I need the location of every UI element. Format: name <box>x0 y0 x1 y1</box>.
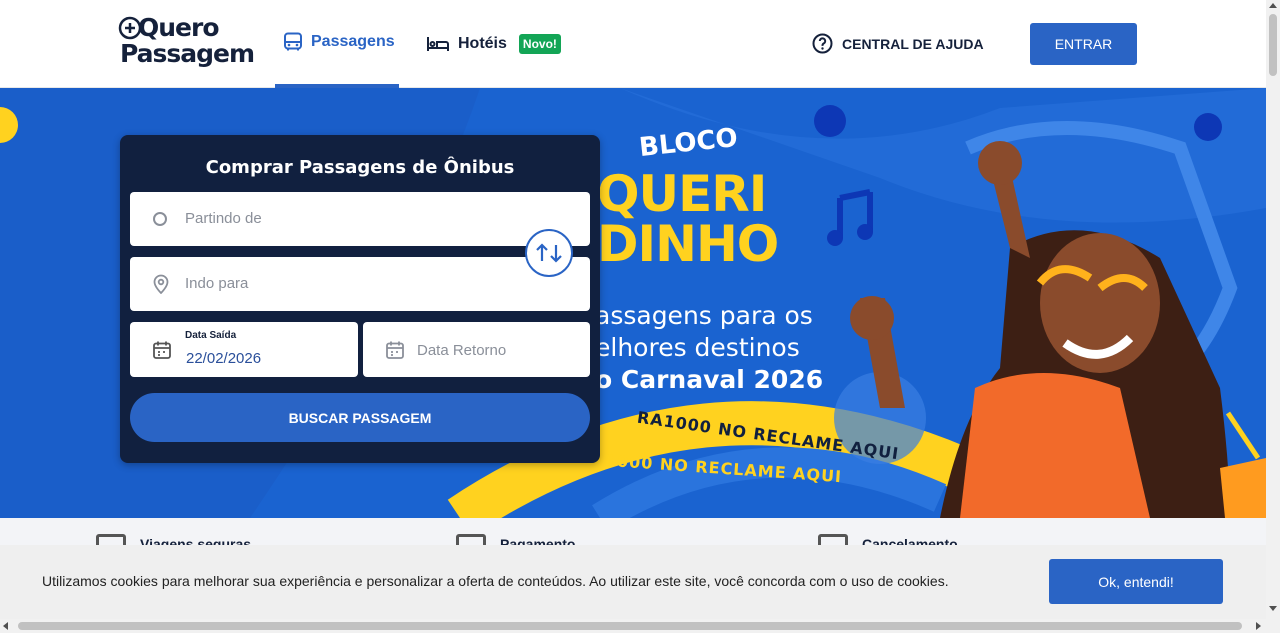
logo[interactable]: Quero Passagem <box>118 13 255 74</box>
cookie-consent-bar: Utilizamos cookies para melhorar sua exp… <box>0 545 1266 619</box>
nav-tab-hoteis-label: Hotéis <box>458 35 507 52</box>
site-header: Quero Passagem Passagens Hotéis Novo! CE… <box>0 0 1266 88</box>
origin-circle-icon <box>153 212 167 226</box>
calendar-icon <box>386 341 404 359</box>
promo-headline-line2: DINHO <box>597 215 779 273</box>
question-circle-icon <box>812 33 833 54</box>
map-pin-icon <box>153 274 169 294</box>
destination-field[interactable] <box>130 257 590 311</box>
logo-text-line1: Quero <box>138 13 220 42</box>
horizontal-scrollbar-thumb[interactable] <box>18 622 1242 630</box>
cookie-accept-button[interactable]: Ok, entendi! <box>1049 559 1223 604</box>
promo-headline-line1: QUERI <box>597 165 767 223</box>
return-date-field[interactable] <box>363 322 590 377</box>
bus-search-card: Comprar Passagens de Ônibus Partindo de … <box>120 135 600 463</box>
promo-text-line1: assagens para os <box>595 301 813 330</box>
return-date-input[interactable] <box>417 342 567 359</box>
search-tickets-button[interactable]: BUSCAR PASSAGEM <box>130 393 590 442</box>
logo-text-line2: Passagem <box>120 39 255 68</box>
help-center-label: CENTRAL DE AJUDA <box>842 35 984 52</box>
new-badge: Novo! <box>518 34 561 54</box>
bus-icon <box>284 32 302 51</box>
vertical-scrollbar[interactable] <box>1266 0 1280 633</box>
departure-date-label: Data Saída <box>185 330 237 341</box>
origin-field[interactable] <box>130 192 590 246</box>
horizontal-scrollbar[interactable] <box>0 619 1266 633</box>
vertical-scrollbar-thumb[interactable] <box>1269 14 1277 76</box>
nav-tab-passagens-label: Passagens <box>311 33 395 50</box>
swap-arrows-icon <box>536 243 562 263</box>
departure-date-value: 22/02/2026 <box>186 350 262 367</box>
nav-tab-passagens[interactable]: Passagens <box>275 0 399 88</box>
bed-icon <box>427 37 449 51</box>
promo-text-line3: o Carnaval 2026 <box>595 365 824 394</box>
scroll-left-arrow-icon[interactable] <box>3 622 8 630</box>
promo-bloco-label: BLOCO <box>637 122 740 164</box>
cookie-consent-text: Utilizamos cookies para melhorar sua exp… <box>42 573 949 589</box>
page: Quero Passagem Passagens Hotéis Novo! CE… <box>0 0 1280 633</box>
scroll-up-arrow-icon[interactable] <box>1269 3 1277 8</box>
origin-input[interactable] <box>185 210 485 227</box>
help-center-link[interactable]: CENTRAL DE AJUDA <box>812 33 984 54</box>
destination-input[interactable] <box>185 275 485 292</box>
promo-text-line2: elhores destinos <box>595 333 800 362</box>
nav-tab-hoteis[interactable]: Hotéis Novo! <box>426 0 561 88</box>
scroll-down-arrow-icon[interactable] <box>1269 606 1277 611</box>
calendar-icon <box>153 341 171 359</box>
scroll-right-arrow-icon[interactable] <box>1256 622 1261 630</box>
login-button[interactable]: ENTRAR <box>1030 23 1137 65</box>
swap-cities-button[interactable] <box>525 229 573 277</box>
departure-date-field[interactable]: Data Saída 22/02/2026 <box>130 322 358 377</box>
search-card-title: Comprar Passagens de Ônibus <box>205 157 515 178</box>
carnival-promo: BLOCO QUERI DINHO assagens para os elhor… <box>595 123 895 448</box>
